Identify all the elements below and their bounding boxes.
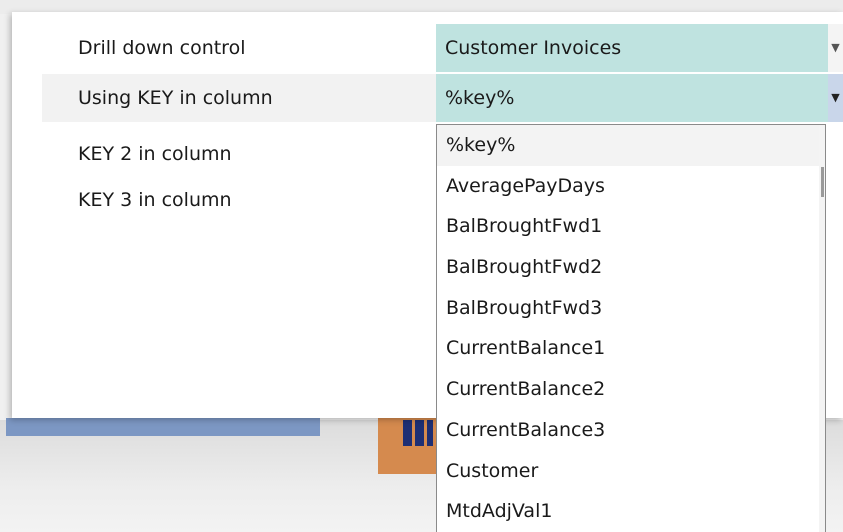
dropdown-option[interactable]: Customer	[437, 451, 825, 492]
dropdown-option[interactable]: CurrentBalance1	[437, 328, 825, 369]
dropdown-option[interactable]: MtdAdjVal1	[437, 491, 825, 532]
dropdown-option[interactable]: AveragePayDays	[437, 166, 825, 207]
dropdown-option[interactable]: CurrentBalance2	[437, 369, 825, 410]
chevron-down-icon[interactable]: ▼	[828, 74, 843, 122]
key-column-dropdown-list[interactable]: %key% AveragePayDays BalBroughtFwd1 BalB…	[436, 124, 826, 532]
dropdown-scrollbar[interactable]	[819, 125, 825, 532]
dropdown-option[interactable]: BalBroughtFwd1	[437, 206, 825, 247]
key-2-in-column-label: KEY 2 in column	[78, 143, 232, 165]
chevron-down-icon[interactable]: ▼	[828, 24, 843, 72]
dropdown-option[interactable]: %key%	[437, 125, 825, 166]
drill-down-control-label: Drill down control	[78, 37, 246, 59]
dropdown-option[interactable]: BalBroughtFwd3	[437, 288, 825, 329]
key-3-in-column-label: KEY 3 in column	[78, 189, 232, 211]
scrollbar-thumb[interactable]	[821, 167, 824, 197]
dropdown-option[interactable]: CurrentBalance3	[437, 410, 825, 451]
using-key-in-column-label: Using KEY in column	[78, 87, 273, 109]
background-blue-bar	[6, 418, 320, 436]
dropdown-option[interactable]: BalBroughtFwd2	[437, 247, 825, 288]
background-navy-stripes	[403, 420, 433, 446]
drill-down-control-select[interactable]: Customer Invoices	[436, 24, 828, 72]
key-column-select[interactable]: %key%	[436, 74, 828, 122]
